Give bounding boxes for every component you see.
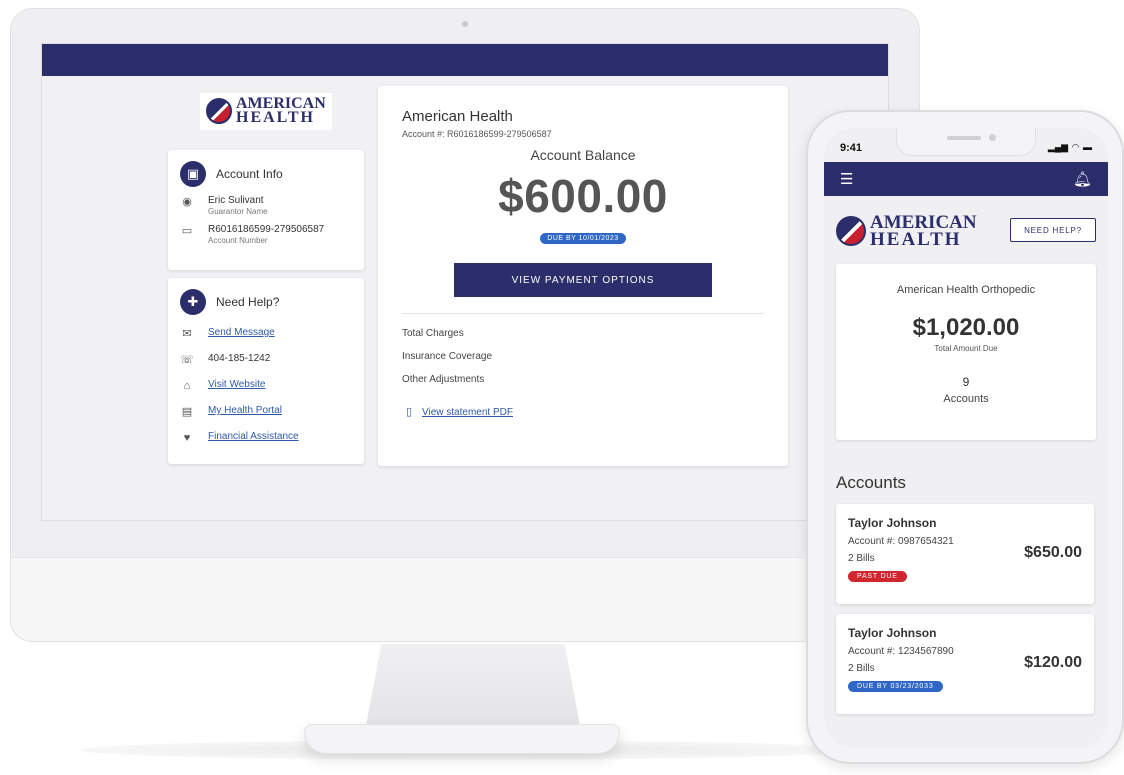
need-help-title: Need Help?	[216, 295, 280, 309]
account-number-label: Account Number	[208, 236, 268, 245]
mobile-nav-bar: ☰ 🔔︎	[824, 162, 1108, 196]
desktop-screen: AMERICAN HEALTH ▣ Account Info ◉ Eric Su…	[41, 43, 889, 521]
account-amount: $120.00	[1024, 654, 1082, 671]
insurance-coverage-row: Insurance Coverage	[402, 351, 493, 362]
flag-globe-icon	[206, 98, 232, 125]
logo-wordmark: AMERICAN HEALTH	[236, 95, 326, 127]
guarantor-name: Eric Sulivant	[208, 195, 264, 206]
monitor-stand-base	[304, 724, 620, 754]
account-info-card: ▣ Account Info ◉ Eric Sulivant Guarantor…	[168, 150, 364, 270]
phone-icon: ☏	[180, 354, 194, 366]
battery-icon: ▬	[1083, 142, 1092, 152]
send-message-link[interactable]: Send Message	[208, 327, 275, 338]
visit-website-link[interactable]: Visit Website	[208, 379, 265, 390]
account-number: R6016186599-279506587	[208, 224, 325, 235]
account-list-item[interactable]: Taylor Johnson Account #: 0987654321 2 B…	[836, 504, 1094, 604]
accounts-count-label: Accounts	[943, 393, 989, 405]
account-balance-label: Account Balance	[530, 147, 636, 163]
other-adjustments-row: Other Adjustments	[402, 374, 485, 385]
summary-provider-name: American Health Orthopedic	[896, 284, 1036, 296]
due-date-badge: DUE BY 03/23/2033	[848, 681, 943, 692]
logo-line-2: HEALTH	[870, 229, 962, 251]
mail-icon: ✉	[182, 328, 192, 340]
need-help-button[interactable]: NEED HELP?	[1010, 218, 1096, 242]
user-circle-icon: ◉	[182, 196, 192, 208]
desktop-monitor: AMERICAN HEALTH ▣ Account Info ◉ Eric Su…	[10, 8, 920, 642]
due-date-badge: DUE BY 10/01/2023	[540, 233, 626, 244]
flag-globe-icon	[836, 216, 866, 247]
monitor-chin	[11, 557, 919, 641]
account-amount: $650.00	[1024, 544, 1082, 561]
mobile-logo[interactable]: AMERICAN HEALTH	[836, 213, 977, 251]
view-statement-pdf-link[interactable]: View statement PDF	[422, 407, 513, 418]
status-time: 9:41	[840, 142, 863, 154]
monitor-camera	[462, 21, 468, 27]
bell-icon[interactable]: 🔔︎	[1073, 170, 1092, 188]
total-charges-row: Total Charges	[402, 328, 464, 339]
accounts-heading: Accounts	[836, 473, 906, 492]
past-due-badge: PAST DUE	[848, 571, 907, 582]
wifi-icon: ◠	[1072, 142, 1079, 152]
hamburger-menu-icon[interactable]: ☰	[840, 170, 853, 188]
monitor-stand-neck	[364, 644, 582, 736]
financial-assistance-link[interactable]: Financial Assistance	[208, 431, 299, 442]
view-payment-options-button[interactable]: VIEW PAYMENT OPTIONS	[454, 263, 712, 297]
balance-divider	[402, 313, 764, 314]
phone-speaker	[947, 136, 981, 140]
logo-wordmark: AMERICAN HEALTH	[870, 213, 977, 251]
health-portal-link[interactable]: My Health Portal	[208, 405, 282, 416]
provider-account-number: Account #: R6016186599-279506587	[402, 129, 552, 139]
desktop-logo[interactable]: AMERICAN HEALTH	[200, 93, 332, 130]
phone-front-camera	[989, 134, 996, 141]
account-info-title: Account Info	[216, 167, 283, 181]
signal-icon: ▂▄▆	[1047, 142, 1069, 152]
account-list-item[interactable]: Taylor Johnson Account #: 1234567890 2 B…	[836, 614, 1094, 714]
total-due-card: American Health Orthopedic $1,020.00 Tot…	[836, 264, 1096, 440]
accounts-count: 9	[962, 375, 970, 389]
account-holder-name: Taylor Johnson	[848, 626, 937, 640]
medical-plus-icon: ✚	[180, 289, 206, 315]
account-holder-name: Taylor Johnson	[848, 516, 937, 530]
guarantor-label: Guarantor Name	[208, 207, 268, 216]
logo-line-2: HEALTH	[236, 109, 315, 127]
mobile-screen: 9:41 ▂▄▆ ◠ ▬ ☰ 🔔︎ AMERICAN HEALTH NEED H…	[824, 128, 1108, 748]
desktop-top-bar	[42, 44, 888, 76]
phone-notch	[896, 128, 1036, 156]
clipboard-icon: ▤	[181, 406, 193, 418]
help-phone-number: 404-185-1242	[208, 353, 271, 364]
account-balance-card: American Health Account #: R6016186599-2…	[378, 86, 788, 466]
mobile-phone: 9:41 ▂▄▆ ◠ ▬ ☰ 🔔︎ AMERICAN HEALTH NEED H…	[806, 110, 1124, 764]
total-amount-due: $1,020.00	[912, 314, 1020, 341]
provider-name: American Health	[402, 108, 513, 125]
heart-hand-icon: ♥	[183, 432, 191, 444]
document-icon: ▯	[405, 406, 413, 418]
wallet-icon: ▣	[180, 161, 206, 187]
folder-icon: ▭	[181, 225, 193, 237]
home-icon: ⌂	[183, 380, 191, 392]
need-help-card: ✚ Need Help? ✉ Send Message ☏ 404-185-12…	[168, 278, 364, 464]
account-balance-amount: $600.00	[498, 170, 668, 222]
total-amount-due-label: Total Amount Due	[934, 344, 998, 353]
